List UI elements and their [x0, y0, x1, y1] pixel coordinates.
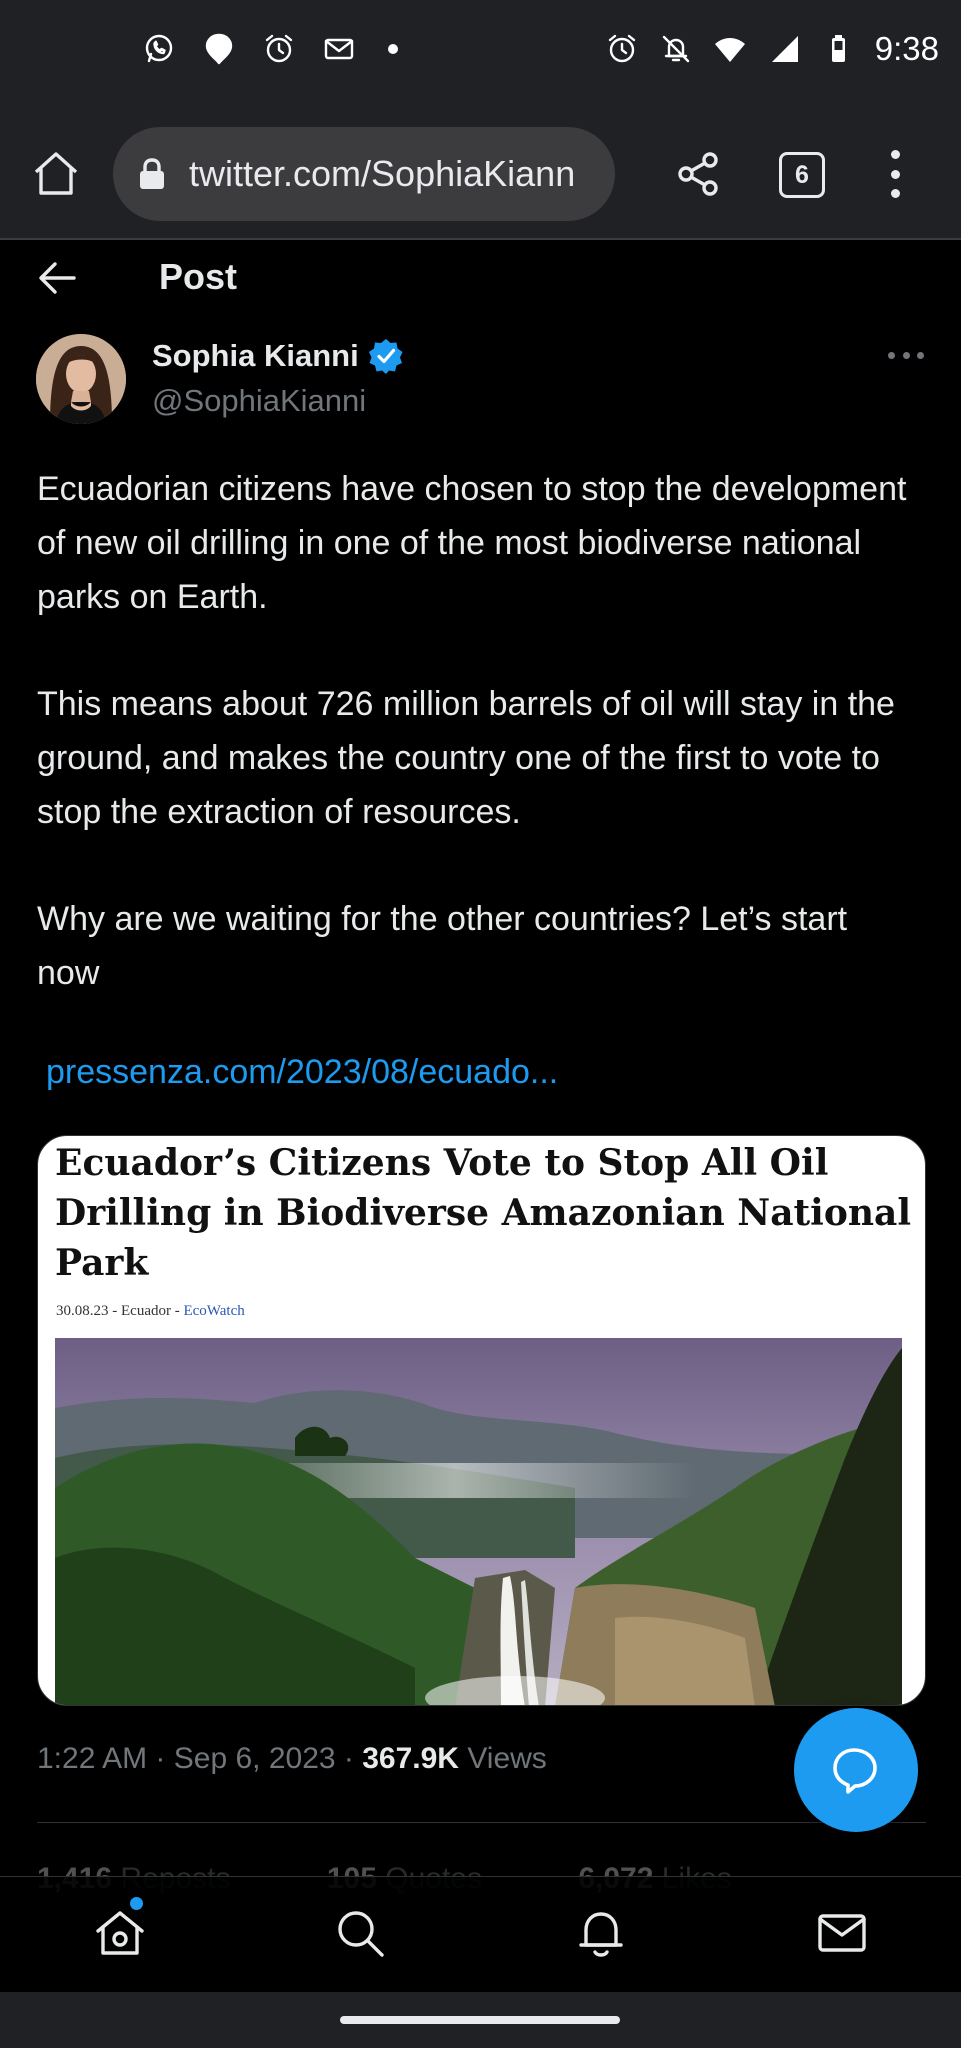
post-date[interactable]: Sep 6, 2023: [174, 1742, 336, 1775]
nav-notifications[interactable]: [571, 1901, 631, 1965]
waterfall-photo: [55, 1338, 902, 1705]
nav-messages[interactable]: [812, 1901, 872, 1965]
tab-switcher-button[interactable]: 6: [779, 152, 825, 198]
verified-badge-icon[interactable]: [367, 337, 405, 375]
nav-home[interactable]: [90, 1897, 150, 1965]
media-card[interactable]: Ecuador’s Citizens Vote to Stop All Oil …: [37, 1135, 926, 1706]
lock-icon: [137, 157, 167, 191]
post-time: 1:22 AM: [37, 1742, 148, 1775]
home-icon: [96, 1911, 144, 1955]
nav-search[interactable]: [330, 1901, 390, 1965]
tweet-paragraph: Why are we waiting for the other countri…: [37, 900, 848, 992]
more-notifications-dot: [388, 44, 398, 54]
alarm-icon: [260, 30, 298, 68]
status-bar: 9:38: [0, 0, 961, 110]
whatsapp-icon: [140, 30, 178, 68]
tweet-paragraph: Ecuadorian citizens have chosen to stop …: [37, 470, 907, 616]
browser-toolbar: twitter.com/SophiaKiann 6: [0, 110, 961, 240]
card-meta: 30.08.23 - Ecuador - EcoWatch: [56, 1303, 245, 1320]
share-icon[interactable]: [674, 150, 722, 198]
notification-icons: [140, 30, 398, 68]
views-count: 367.9K: [362, 1742, 459, 1775]
avatar[interactable]: [36, 334, 126, 424]
post-timestamp: 1:22 AM · Sep 6, 2023 · 367.9K Views: [37, 1742, 547, 1775]
clock: 9:38: [874, 30, 939, 67]
back-arrow-icon[interactable]: [36, 258, 78, 298]
browser-menu-icon[interactable]: [879, 150, 911, 198]
card-headline: Ecuador’s Citizens Vote to Stop All Oil …: [55, 1142, 912, 1284]
tweet-link[interactable]: pressenza.com/2023/08/ecuado...: [46, 1053, 558, 1092]
reply-fab-button[interactable]: [794, 1708, 918, 1832]
page-title: Post: [159, 256, 238, 297]
alarm-icon: [603, 30, 641, 68]
signal-icon: [765, 30, 803, 68]
more-options-icon[interactable]: [888, 352, 924, 362]
card-meta-text: 30.08.23 - Ecuador -: [56, 1303, 184, 1319]
chat-bubble-icon: [833, 1748, 877, 1794]
url-text: twitter.com/SophiaKiann: [189, 153, 576, 194]
tweet-paragraph: This means about 726 million barrels of …: [37, 685, 895, 831]
tweet-text: Ecuadorian citizens have chosen to stop …: [37, 462, 917, 1000]
author-handle[interactable]: @SophiaKianni: [152, 383, 366, 419]
author-name-text: Sophia Kianni: [152, 338, 359, 373]
unread-dot: [130, 1897, 143, 1910]
search-icon: [338, 1911, 384, 1957]
bottom-navigation: [0, 1876, 961, 1992]
wifi-icon: [711, 30, 749, 68]
bell-icon: [579, 1912, 623, 1957]
home-gesture-handle[interactable]: [340, 2016, 620, 2024]
location-icon: [200, 30, 238, 68]
system-icons: 9:38: [603, 30, 939, 68]
envelope-icon: [818, 1914, 866, 1952]
views-label: Views: [467, 1742, 547, 1775]
notifications-off-icon: [657, 30, 695, 68]
post-header: Post: [0, 242, 961, 312]
card-source: EcoWatch: [183, 1303, 245, 1319]
author-name[interactable]: Sophia Kianni: [152, 337, 405, 375]
system-navigation-bar: [0, 1992, 961, 2048]
address-bar[interactable]: twitter.com/SophiaKiann: [113, 127, 615, 221]
battery-icon: [819, 30, 857, 68]
divider: [37, 1822, 926, 1823]
home-icon[interactable]: [30, 148, 82, 200]
mail-icon: [320, 30, 358, 68]
